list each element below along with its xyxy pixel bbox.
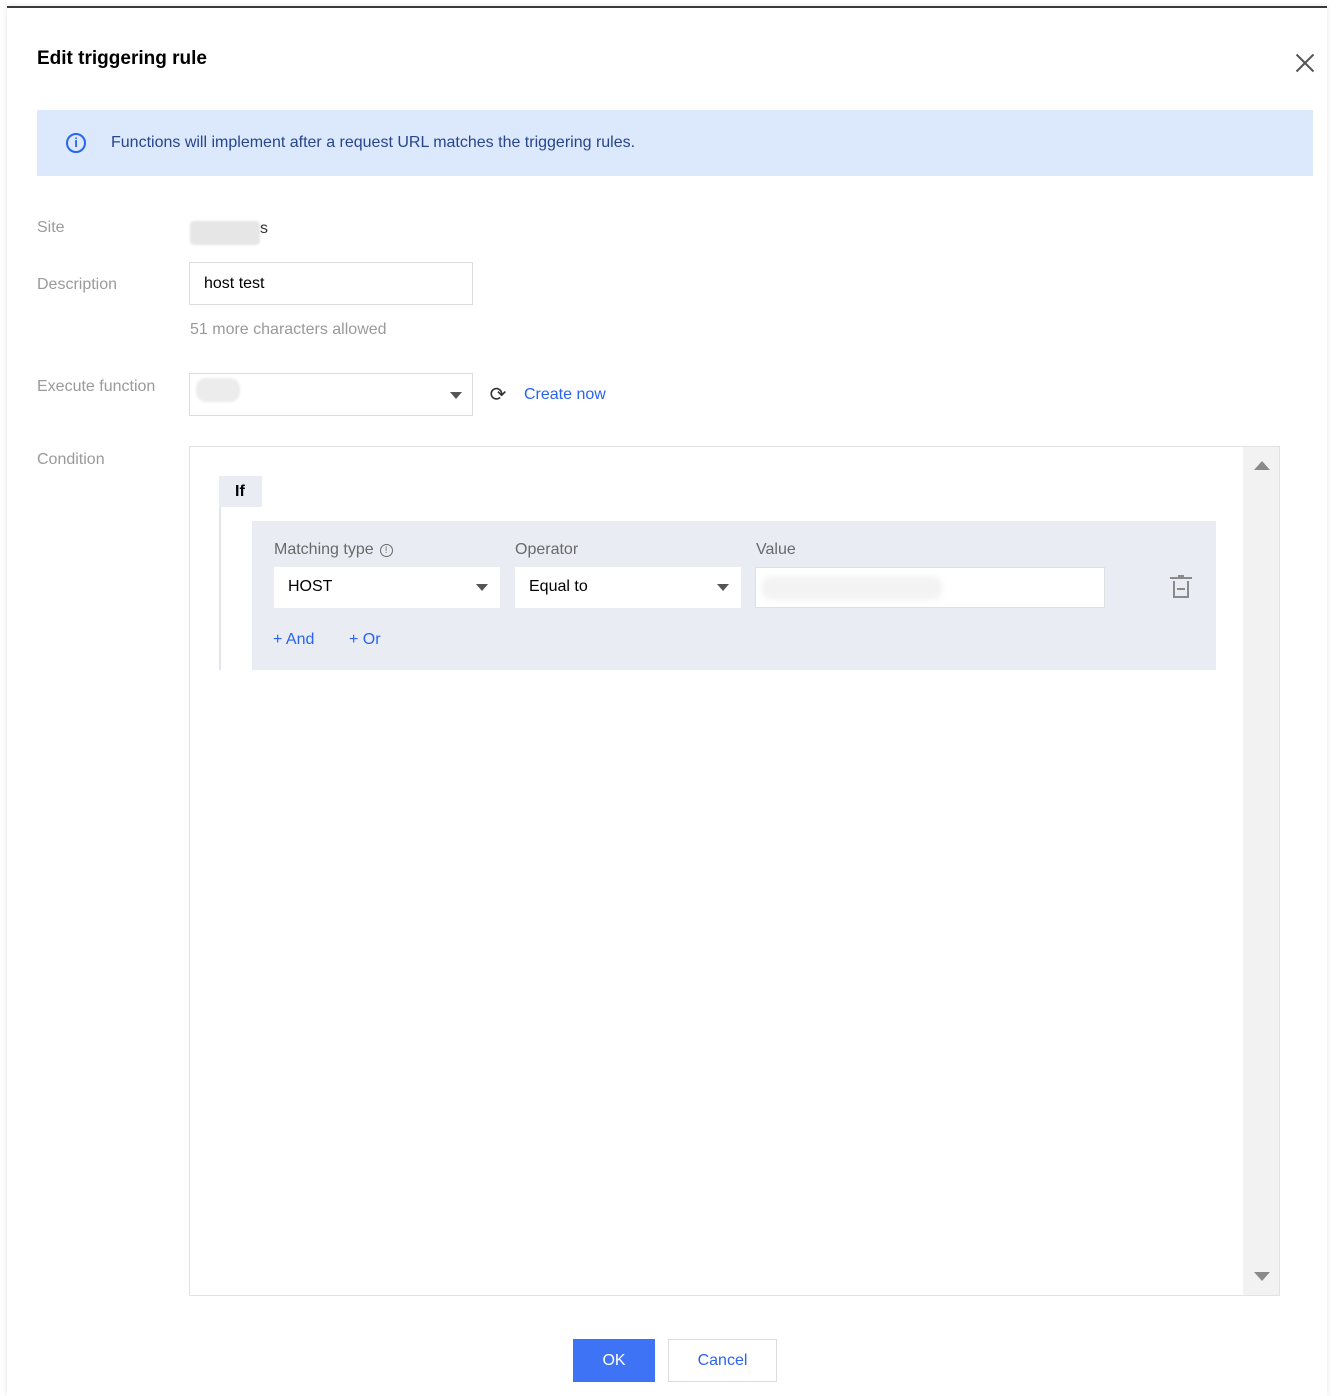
delete-icon[interactable] xyxy=(1170,575,1194,601)
matching-type-label: Matching type! xyxy=(274,541,393,559)
add-or-link[interactable]: + Or xyxy=(349,631,381,649)
matching-type-value: HOST xyxy=(288,578,333,595)
create-now-link[interactable]: Create now xyxy=(524,386,606,404)
chevron-down-icon xyxy=(450,392,462,399)
execute-function-select[interactable] xyxy=(189,373,473,416)
condition-label: Condition xyxy=(37,451,105,468)
if-connector-line xyxy=(219,507,221,670)
dialog-title: Edit triggering rule xyxy=(37,48,207,69)
site-label: Site xyxy=(37,219,65,236)
info-notice: i Functions will implement after a reque… xyxy=(37,110,1313,176)
edit-rule-dialog: Edit triggering rule i Functions will im… xyxy=(7,6,1327,1396)
scrollbar[interactable] xyxy=(1243,447,1279,1295)
site-value-redacted xyxy=(190,221,260,245)
value-label: Value xyxy=(756,541,796,558)
refresh-icon[interactable]: ⟳ xyxy=(487,384,509,406)
condition-rule: Matching type! Operator Value HOST Equal… xyxy=(252,521,1216,670)
help-icon[interactable]: ! xyxy=(379,544,393,557)
close-icon[interactable] xyxy=(1294,52,1316,74)
chevron-down-icon xyxy=(717,584,729,591)
operator-value: Equal to xyxy=(529,578,588,595)
add-and-link[interactable]: + And xyxy=(273,631,314,649)
ok-button[interactable]: OK xyxy=(573,1339,655,1382)
value-redacted xyxy=(762,576,942,600)
operator-select[interactable]: Equal to xyxy=(515,567,741,608)
execute-function-value-redacted xyxy=(196,378,240,402)
cancel-button[interactable]: Cancel xyxy=(668,1339,777,1382)
description-label: Description xyxy=(37,276,118,293)
chevron-down-icon xyxy=(476,584,488,591)
scroll-up-arrow-icon[interactable] xyxy=(1254,461,1270,470)
scroll-down-arrow-icon[interactable] xyxy=(1254,1272,1270,1281)
if-tag: If xyxy=(219,476,262,507)
operator-label: Operator xyxy=(515,541,579,558)
info-icon: i xyxy=(66,133,86,153)
matching-type-label-text: Matching type xyxy=(274,541,374,558)
description-input[interactable]: host test xyxy=(189,262,473,305)
description-hint: 51 more characters allowed xyxy=(190,321,387,338)
notice-text: Functions will implement after a request… xyxy=(111,134,636,151)
matching-type-select[interactable]: HOST xyxy=(274,567,500,608)
value-input[interactable] xyxy=(755,567,1105,608)
site-value: s xyxy=(260,220,268,237)
execute-function-label: Execute function xyxy=(37,378,156,395)
condition-panel: If Matching type! Operator Value HOST Eq… xyxy=(189,446,1280,1296)
